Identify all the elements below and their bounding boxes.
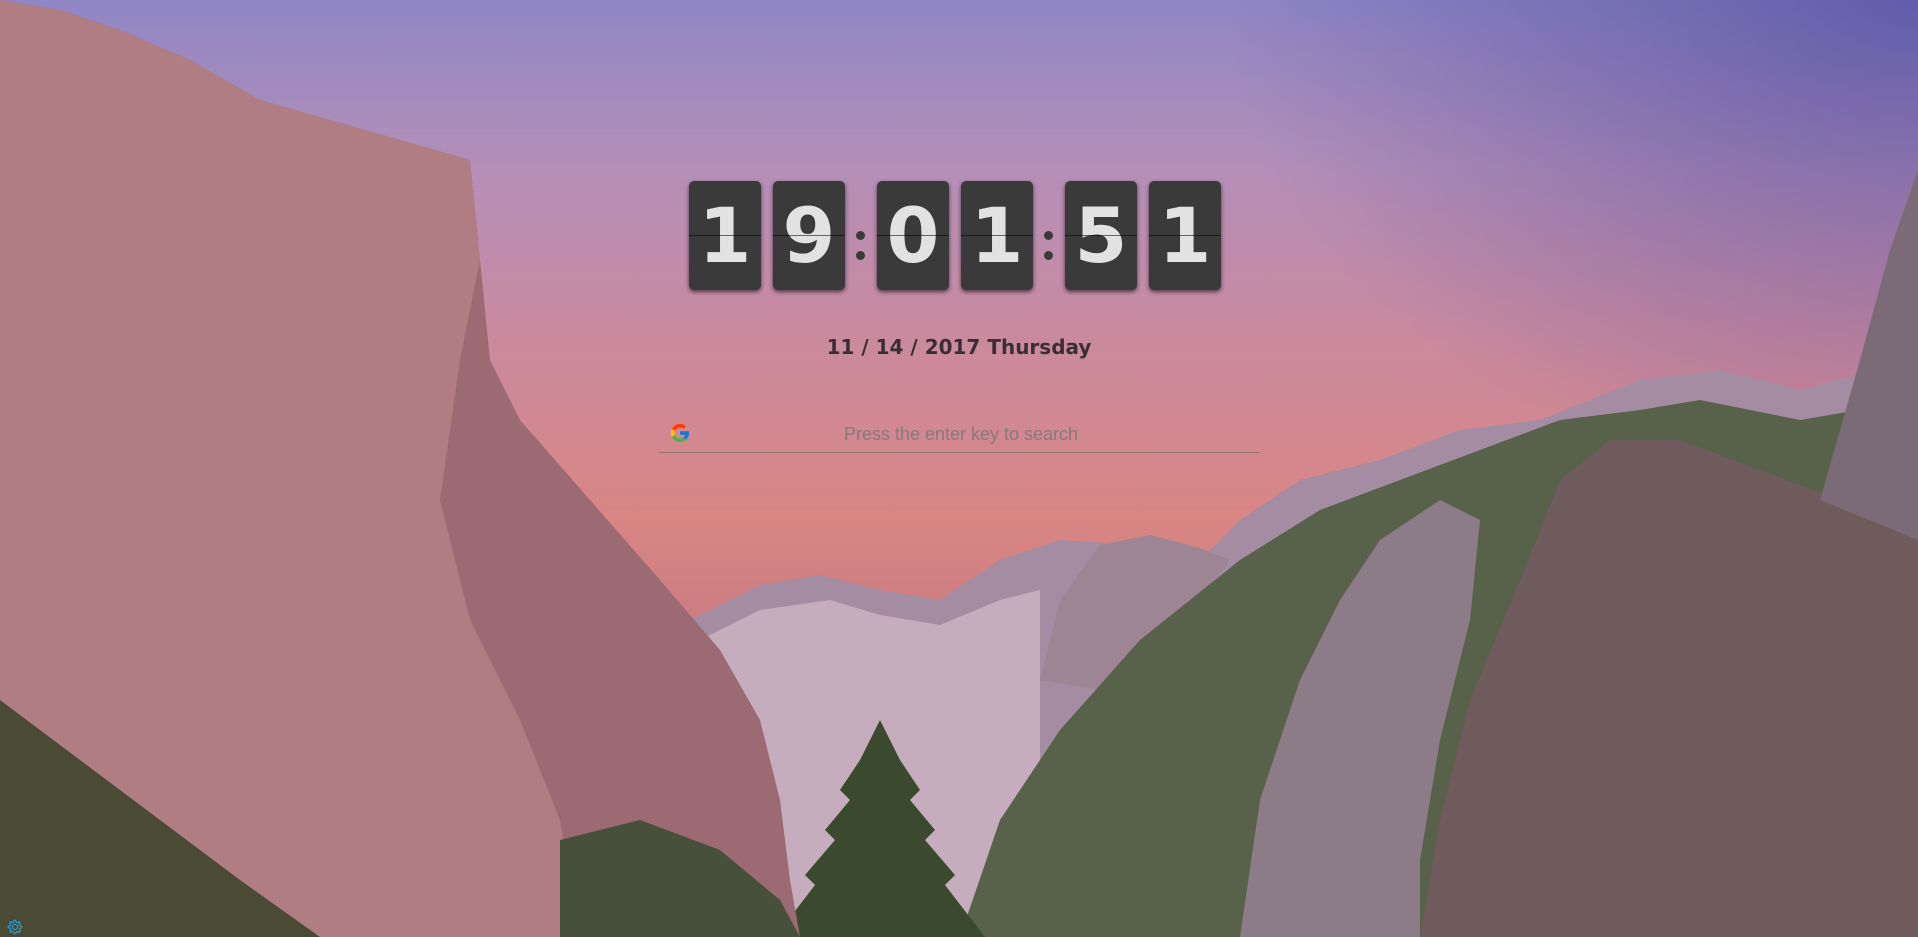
gear-icon[interactable] [6, 918, 24, 936]
second-tens-digit: 5 [1065, 181, 1137, 290]
minute-tens-digit: 0 [877, 181, 949, 290]
flip-clock: 1 9 0 1 5 1 [689, 181, 1221, 290]
date-display: 11 / 14 / 2017 Thursday [826, 335, 1092, 359]
minute-ones-digit: 1 [961, 181, 1033, 290]
clock-separator [1041, 206, 1053, 266]
search-bar[interactable] [659, 416, 1259, 453]
clock-separator [853, 206, 865, 266]
second-ones-digit: 1 [1149, 181, 1221, 290]
hour-ones-digit: 9 [773, 181, 845, 290]
google-icon[interactable] [669, 422, 691, 444]
mountain-scene [0, 0, 1918, 937]
wallpaper-background [0, 0, 1918, 937]
search-input[interactable] [699, 416, 1223, 452]
hour-tens-digit: 1 [689, 181, 761, 290]
